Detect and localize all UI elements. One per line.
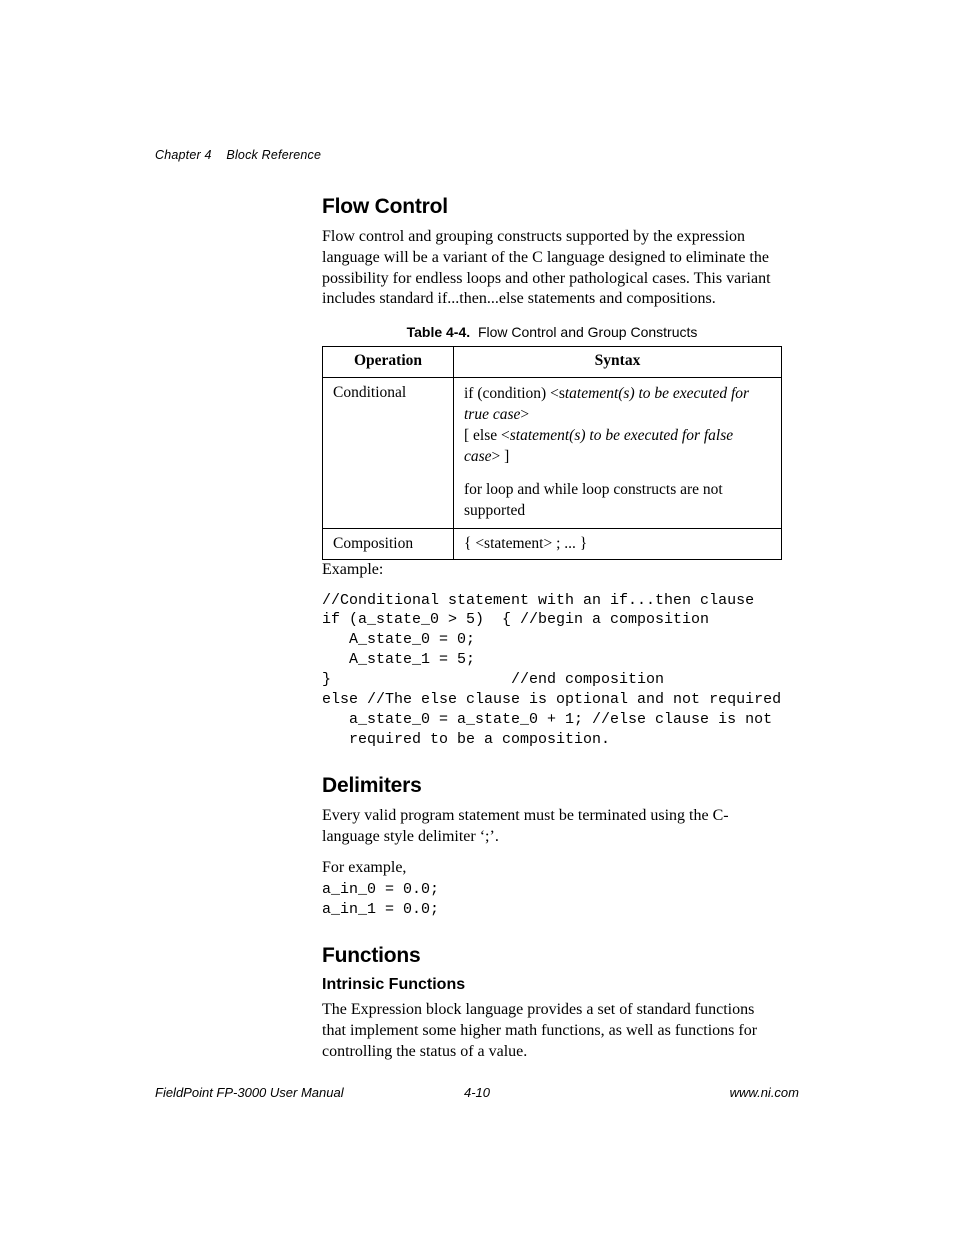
syntax-line: for loop and while loop constructs are n… (464, 480, 771, 522)
delimiters-paragraph: Every valid program statement must be te… (322, 806, 782, 848)
table-label: Table 4-4. (407, 324, 471, 340)
table-row: Conditional if (condition) <statement(s)… (323, 378, 782, 529)
for-example-label: For example, (322, 858, 782, 879)
content-area: Flow Control Flow control and grouping c… (322, 195, 782, 1073)
table-header-row: Operation Syntax (323, 347, 782, 378)
example-label: Example: (322, 560, 782, 581)
cell-operation: Conditional (323, 378, 454, 529)
chapter-label: Chapter 4 (155, 148, 212, 162)
example-code-block: //Conditional statement with an if...the… (322, 591, 782, 751)
cell-syntax: if (condition) <statement(s) to be execu… (454, 378, 782, 529)
heading-flow-control: Flow Control (322, 195, 782, 219)
delimiters-code-block: a_in_0 = 0.0; a_in_1 = 0.0; (322, 880, 782, 920)
syntax-line: if (condition) <statement(s) to be execu… (464, 384, 771, 426)
col-syntax: Syntax (454, 347, 782, 378)
table-row: Composition { <statement> ; ... } (323, 528, 782, 559)
chapter-title: Block Reference (226, 148, 321, 162)
page: Chapter 4 Block Reference Flow Control F… (0, 0, 954, 1235)
footer-center: 4-10 (155, 1085, 799, 1100)
flow-control-table: Operation Syntax Conditional if (conditi… (322, 346, 782, 560)
syntax-line: [ else <statement(s) to be executed for … (464, 426, 771, 468)
col-operation: Operation (323, 347, 454, 378)
table-caption-text: Flow Control and Group Constructs (478, 324, 697, 340)
page-footer: FieldPoint FP-3000 User Manual 4-10 www.… (155, 1085, 799, 1100)
cell-operation: Composition (323, 528, 454, 559)
heading-delimiters: Delimiters (322, 774, 782, 798)
running-header: Chapter 4 Block Reference (155, 148, 321, 162)
heading-functions: Functions (322, 944, 782, 968)
flow-control-paragraph: Flow control and grouping constructs sup… (322, 227, 782, 310)
table-caption: Table 4-4. Flow Control and Group Constr… (322, 324, 782, 340)
subheading-intrinsic-functions: Intrinsic Functions (322, 976, 782, 994)
cell-syntax: { <statement> ; ... } (454, 528, 782, 559)
functions-paragraph: The Expression block language provides a… (322, 1000, 782, 1062)
